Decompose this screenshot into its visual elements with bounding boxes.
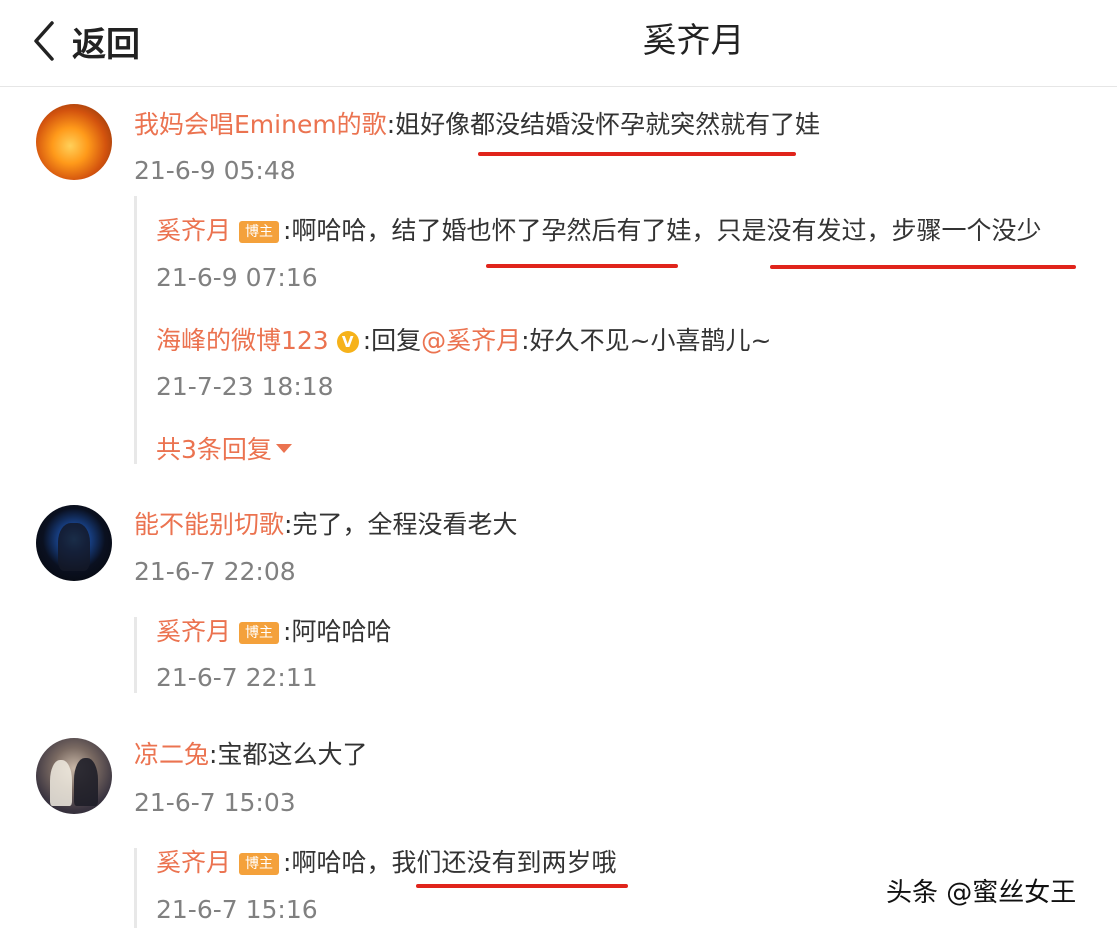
reply-username[interactable]: 奚齐月	[156, 617, 231, 646]
reply-prefix: :回复	[362, 326, 422, 355]
caret-down-icon	[275, 444, 292, 453]
comment-timestamp: 21-6-9 05:48	[134, 156, 296, 185]
reply-line: 海峰的微博123 V:回复@奚齐月:好久不见~小喜鹊儿~	[156, 324, 772, 358]
reply-username[interactable]: 奚齐月	[156, 216, 231, 245]
reply-line: 奚齐月 博主:啊哈哈，结了婚也怀了孕然后有了娃，只是没有发过，步骤一个没少	[156, 214, 1041, 248]
reply-text: :啊哈哈，结了婚也怀了孕然后有了娃，只是没有发过，步骤一个没少	[283, 216, 1042, 245]
verified-icon: V	[336, 331, 359, 353]
reply-line: 奚齐月 博主:阿哈哈哈	[156, 615, 391, 649]
reply-username[interactable]: 海峰的微博123	[156, 326, 329, 355]
reply-timestamp: 21-6-7 22:11	[156, 663, 318, 692]
top-bar: 返回 奚齐月	[0, 0, 1117, 87]
author-badge: 博主	[239, 221, 280, 243]
avatar[interactable]	[36, 738, 112, 814]
author-badge: 博主	[239, 853, 280, 875]
comment-timestamp: 21-6-7 22:08	[134, 557, 296, 586]
more-replies-label: 共3条回复	[156, 435, 272, 464]
avatar-figure	[50, 760, 72, 806]
reply-thread-bar	[134, 196, 137, 464]
reply-timestamp: 21-6-9 07:16	[156, 263, 318, 292]
reply-text: :阿哈哈哈	[283, 617, 392, 646]
annotation-underline	[486, 264, 678, 268]
comment-username[interactable]: 凉二兔	[134, 740, 209, 769]
comment-text: :宝都这么大了	[209, 740, 368, 769]
comment-username[interactable]: 我妈会唱Eminem的歌	[134, 110, 387, 139]
reply-text: :好久不见~小喜鹊儿~	[521, 326, 772, 355]
comment-timestamp: 21-6-7 15:03	[134, 788, 296, 817]
reply-username[interactable]: 奚齐月	[156, 848, 231, 877]
reply-thread-bar	[134, 617, 137, 693]
comment-line: 凉二兔:宝都这么大了	[134, 738, 367, 772]
mention-link[interactable]: @奚齐月	[421, 326, 521, 355]
reply-thread-bar	[134, 848, 137, 928]
watermark: 头条 @蜜丝女王	[886, 878, 1077, 908]
reply-line: 奚齐月 博主:啊哈哈，我们还没有到两岁哦	[156, 846, 616, 880]
comment-username[interactable]: 能不能别切歌	[134, 510, 284, 539]
avatar-figure	[58, 523, 90, 571]
comment-text: :完了，全程没看老大	[284, 510, 518, 539]
reply-timestamp: 21-7-23 18:18	[156, 372, 334, 401]
annotation-underline	[770, 265, 1076, 269]
comment-text: :姐好像都没结婚没怀孕就突然就有了娃	[386, 110, 821, 139]
annotation-underline	[478, 152, 796, 156]
avatar[interactable]	[36, 104, 112, 180]
comment-line: 能不能别切歌:完了，全程没看老大	[134, 508, 517, 542]
author-badge: 博主	[239, 622, 280, 644]
reply-timestamp: 21-6-7 15:16	[156, 895, 318, 924]
page-title: 奚齐月	[642, 21, 745, 61]
avatar[interactable]	[36, 505, 112, 581]
comment-line: 我妈会唱Eminem的歌:姐好像都没结婚没怀孕就突然就有了娃	[134, 108, 820, 142]
avatar-figure	[74, 758, 98, 806]
more-replies-button[interactable]: 共3条回复	[156, 433, 292, 467]
reply-text: :啊哈哈，我们还没有到两岁哦	[283, 848, 617, 877]
annotation-underline	[416, 884, 628, 888]
